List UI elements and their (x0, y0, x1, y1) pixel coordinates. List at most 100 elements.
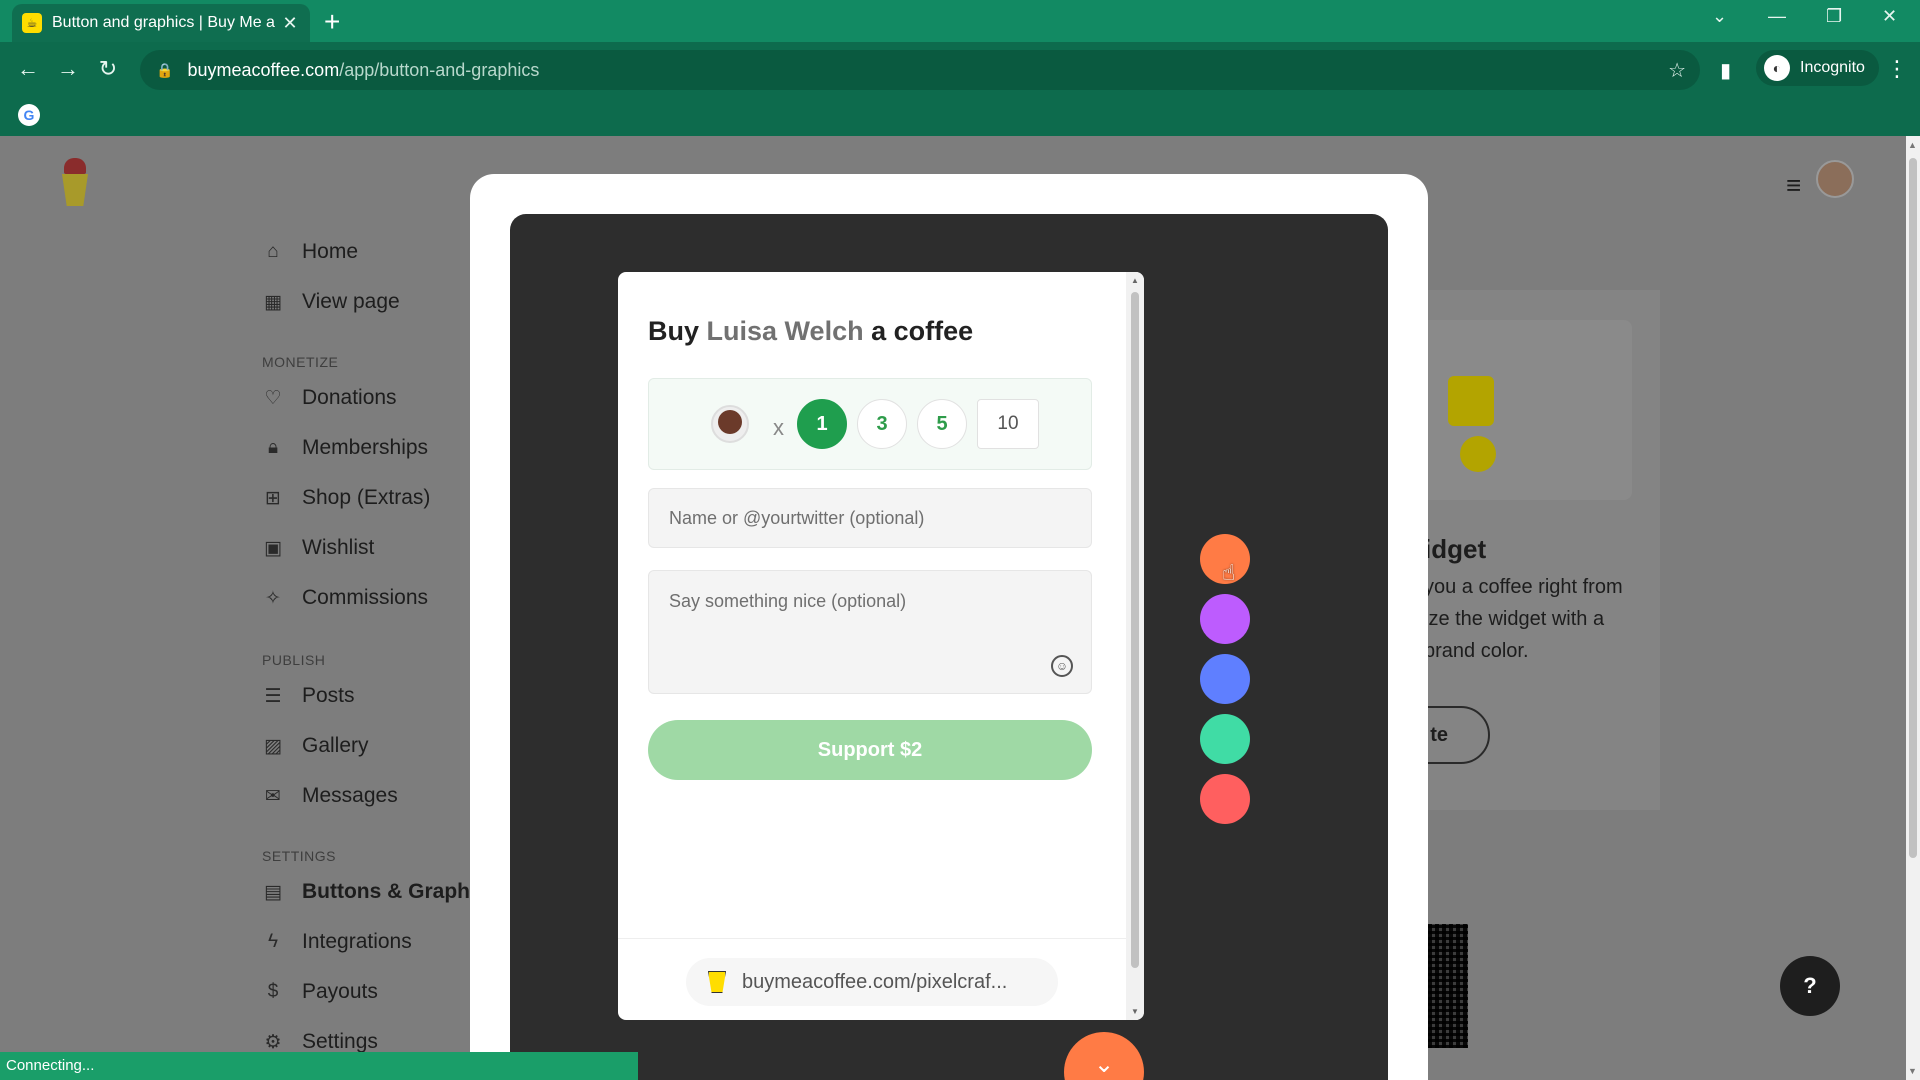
gear-icon: ⚙ (264, 1031, 282, 1053)
coffee-cup-icon (711, 405, 749, 443)
sidebar-item-commissions[interactable]: ✧ Commissions (262, 586, 428, 610)
sidebar-item-settings[interactable]: ⚙ Settings (262, 1030, 377, 1054)
widget-footer-divider (618, 938, 1126, 939)
minimize-icon[interactable]: — (1768, 6, 1786, 27)
sidebar-item-memberships[interactable]: 🔒︎ Memberships (262, 436, 428, 460)
browser-menu-icon[interactable]: ⋮ (1886, 56, 1908, 82)
cup-icon (708, 971, 726, 993)
dollar-icon: $ (267, 981, 279, 1002)
url-path: /app/button-and-graphics (339, 59, 540, 80)
status-bar: Connecting... (0, 1052, 638, 1080)
widget-scroll-up-icon[interactable]: ▲ (1131, 276, 1139, 285)
card-text-line-3: brand color. (1424, 640, 1529, 662)
sidebar-item-donations[interactable]: ♡ Donations (262, 386, 396, 410)
sidebar-item-shop[interactable]: ⊞ Shop (Extras) (262, 486, 430, 510)
support-widget: Buy Luisa Welch a coffee x 1 3 5 10 Name… (618, 272, 1144, 1020)
section-monetize: MONETIZE (262, 354, 339, 370)
color-swatch-blue[interactable] (1200, 654, 1250, 704)
scroll-down-icon[interactable]: ▼ (1908, 1066, 1917, 1076)
mail-icon: ✉ (265, 785, 281, 807)
page-link-text: buymeacoffee.com/pixelcraf... (742, 970, 1008, 993)
quantity-1-button[interactable]: 1 (797, 399, 847, 449)
lock-icon: 🔒︎ (267, 437, 279, 458)
color-swatch-red[interactable] (1200, 774, 1250, 824)
tab-search-icon[interactable]: ⌄ (1712, 6, 1727, 27)
widget-scrollbar-thumb[interactable] (1131, 292, 1139, 968)
incognito-label: Incognito (1800, 59, 1865, 76)
page-scrollbar-thumb[interactable] (1909, 158, 1917, 858)
side-panel-icon[interactable]: ▮ (1720, 58, 1731, 83)
message-placeholder: Say something nice (optional) (669, 591, 907, 611)
widget-scrollbar[interactable]: ▲ ▼ (1126, 272, 1144, 1020)
page-link[interactable]: buymeacoffee.com/pixelcraf... (686, 958, 1058, 1006)
buymeacoffee-logo[interactable] (58, 158, 92, 208)
incognito-icon: ◐ (1764, 55, 1790, 81)
name-input[interactable]: Name or @yourtwitter (optional) (648, 488, 1092, 548)
section-publish: PUBLISH (262, 652, 326, 668)
multiplier-sign: x (773, 415, 784, 440)
sidebar-item-buttons-graphics[interactable]: ▤ Buttons & Graphic (262, 880, 488, 904)
gift-icon: ⊞ (265, 487, 281, 509)
sidebar-item-posts[interactable]: ☰ Posts (262, 684, 354, 708)
sidebar-item-view-page[interactable]: ▦View page↗ (262, 290, 491, 314)
chevron-down-icon: ⌄ (1093, 1051, 1115, 1078)
sidebar-item-messages[interactable]: ✉ Messages (262, 784, 398, 808)
sidebar-item-integrations[interactable]: ϟ Integrations (262, 930, 412, 954)
help-button[interactable]: ? (1780, 956, 1840, 1016)
new-tab-button[interactable]: + (324, 6, 340, 38)
card-heading: idget (1424, 534, 1487, 564)
window-close-icon[interactable]: ✕ (1882, 6, 1897, 27)
color-swatch-purple[interactable] (1200, 594, 1250, 644)
emoji-icon[interactable]: ☺ (1051, 655, 1073, 677)
address-bar[interactable]: 🔒 buymeacoffee.com /app/button-and-graph… (140, 50, 1700, 90)
creator-name: Luisa Welch (706, 316, 864, 346)
tab-title: Button and graphics | Buy Me a (52, 14, 275, 31)
sidebar-item-payouts[interactable]: $ Payouts (262, 980, 378, 1004)
page-scrollbar[interactable]: ▲ ▼ (1906, 136, 1920, 1080)
color-swatch-green[interactable] (1200, 714, 1250, 764)
scroll-up-icon[interactable]: ▲ (1908, 140, 1917, 150)
bookmark-star-icon[interactable]: ☆ (1668, 58, 1686, 83)
section-settings: SETTINGS (262, 848, 337, 864)
home-icon: ⌂ (267, 241, 279, 262)
sidebar-item-wishlist[interactable]: ▣ Wishlist (262, 536, 374, 560)
buttons-icon: ▤ (264, 881, 282, 903)
heart-icon: ♡ (264, 387, 282, 409)
gallery-icon: ▨ (264, 735, 282, 757)
widget-scroll-down-icon[interactable]: ▼ (1131, 1007, 1139, 1016)
sidebar-item-home[interactable]: ⌂ Home (262, 240, 358, 264)
commissions-icon: ✧ (265, 587, 281, 609)
posts-icon: ☰ (264, 685, 282, 707)
widget-title: Buy Luisa Welch a coffee (648, 316, 974, 346)
support-button[interactable]: Support $2 (648, 720, 1092, 780)
restore-icon[interactable]: ❐ (1826, 6, 1842, 27)
illustration-square (1448, 376, 1494, 426)
incognito-badge[interactable]: ◐ Incognito (1756, 50, 1879, 86)
cup-icon (62, 174, 88, 206)
bookmark-bar (0, 96, 1920, 136)
wishlist-icon: ▣ (264, 537, 282, 559)
hamburger-menu-icon[interactable]: ≡ (1786, 170, 1801, 201)
reload-icon[interactable]: ↻ (88, 56, 128, 82)
quantity-3-button[interactable]: 3 (857, 399, 907, 449)
card-text-line-1: you a coffee right from (1424, 576, 1623, 598)
qr-code (1428, 924, 1468, 1048)
bolt-icon: ϟ (267, 931, 279, 952)
avatar[interactable] (1816, 160, 1854, 198)
buymeacoffee-favicon-icon: ☕ (22, 13, 42, 33)
message-input[interactable]: Say something nice (optional) ☺ (648, 570, 1092, 694)
illustration-circle (1460, 436, 1496, 472)
quantity-5-button[interactable]: 5 (917, 399, 967, 449)
forward-icon[interactable]: → (48, 56, 88, 82)
browser-tab[interactable]: ☕ Button and graphics | Buy Me a ✕ (12, 4, 310, 42)
custom-quantity-input[interactable]: 10 (977, 399, 1039, 449)
lock-icon: 🔒 (156, 61, 174, 78)
tab-close-icon[interactable]: ✕ (280, 13, 300, 34)
quantity-selector: x 1 3 5 10 (648, 378, 1092, 470)
google-bookmark-icon[interactable]: G (18, 104, 40, 126)
santa-hat-icon (64, 158, 86, 174)
hand-cursor-icon: ☝ (1222, 560, 1236, 585)
url-host: buymeacoffee.com (187, 59, 340, 80)
sidebar-item-gallery[interactable]: ▨ Gallery (262, 734, 369, 758)
back-icon[interactable]: ← (8, 56, 48, 82)
